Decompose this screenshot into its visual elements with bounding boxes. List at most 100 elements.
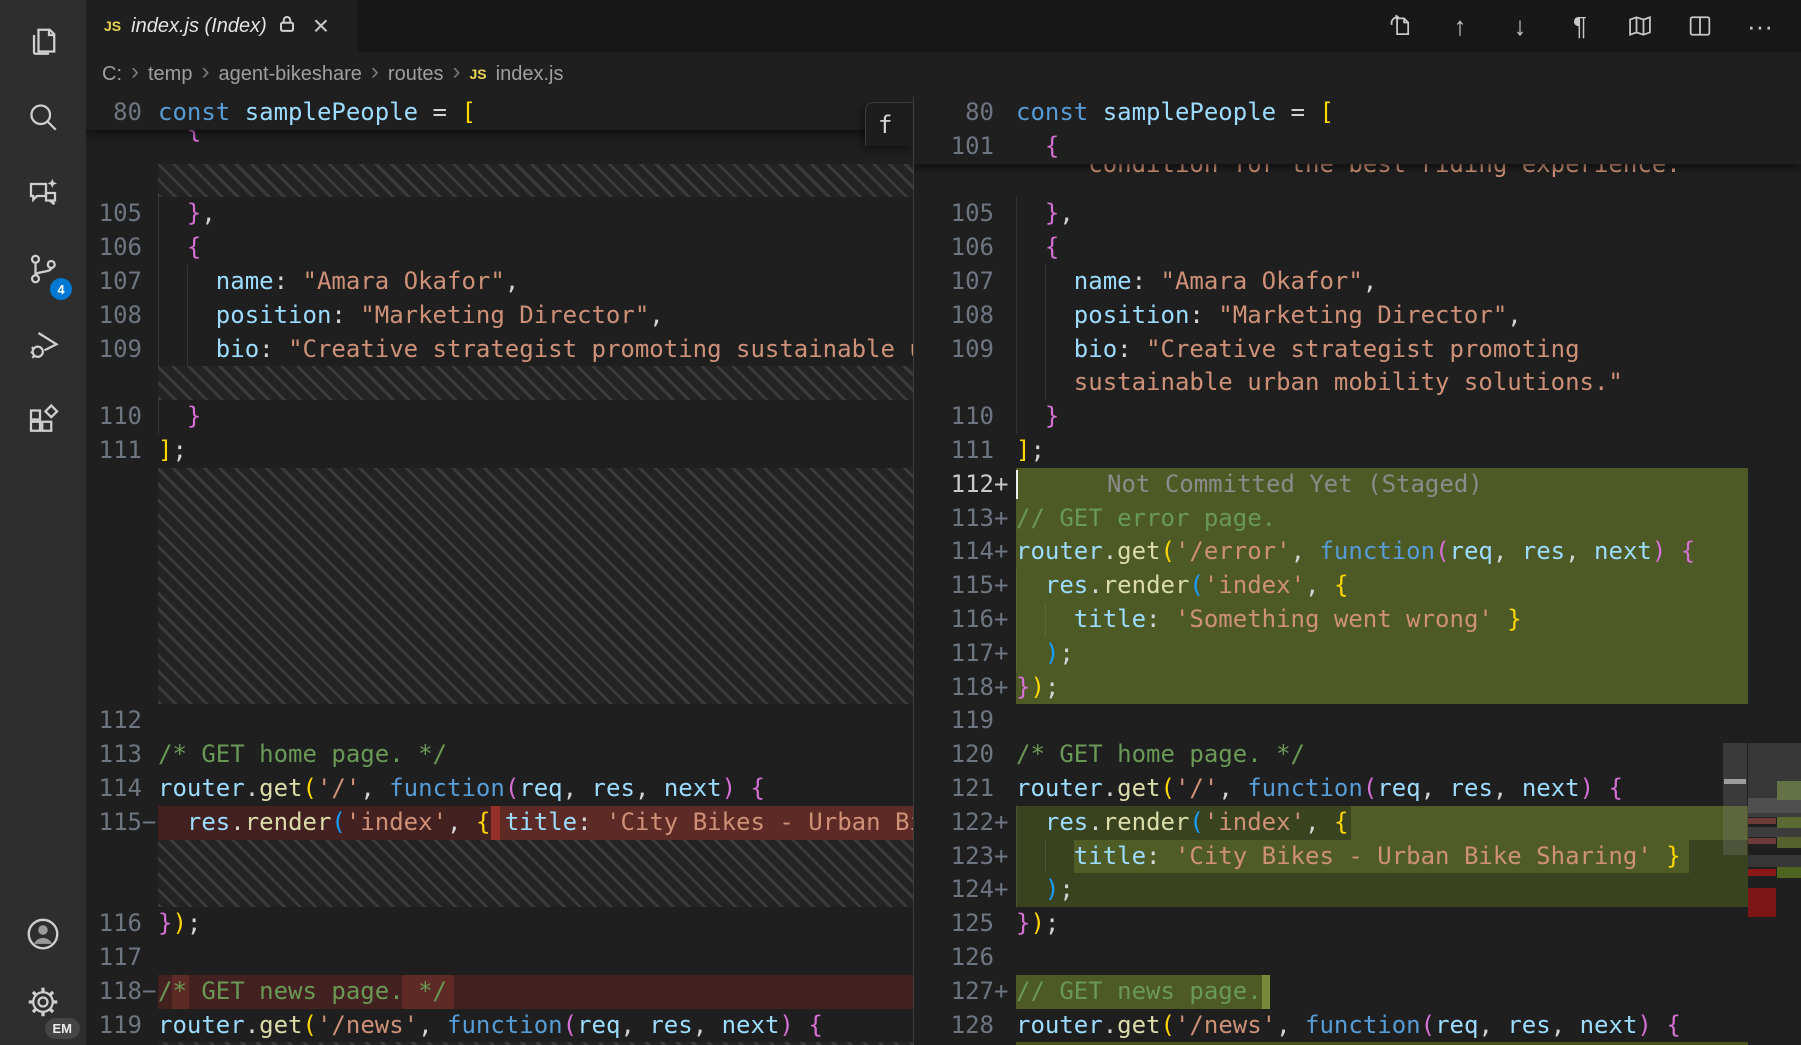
close-icon[interactable]: ×: [313, 16, 329, 36]
minimap[interactable]: [1723, 96, 1801, 1045]
gutter: 108: [914, 299, 1016, 333]
line-number: 123: [951, 840, 994, 874]
gutter: 80: [86, 96, 158, 130]
diff-marker: +: [994, 873, 1016, 907]
sidebar-item-explorer[interactable]: [16, 16, 70, 70]
minimap-row: [1748, 855, 1801, 867]
diff-marker: [142, 704, 158, 738]
code-line[interactable]: 80const samplePeople = [: [86, 96, 913, 130]
whitespace-icon[interactable]: ¶: [1565, 11, 1595, 41]
code-line[interactable]: 117: [86, 941, 913, 975]
settings-button[interactable]: EM: [16, 977, 70, 1031]
code-line[interactable]: 119: [914, 704, 1801, 738]
code-line[interactable]: 108 position: "Marketing Director",: [914, 299, 1801, 333]
breadcrumb-item[interactable]: agent-bikeshare: [218, 63, 361, 86]
code-line[interactable]: 107 name: "Amara Okafor",: [86, 265, 913, 299]
sticky-scroll[interactable]: 80const samplePeople = [101 {: [914, 96, 1801, 164]
code-line[interactable]: 117+ );: [914, 637, 1801, 671]
code-line[interactable]: 112+Not Committed Yet (Staged): [914, 468, 1801, 502]
line-number: 80: [965, 96, 994, 130]
code-line[interactable]: 106 {: [914, 231, 1801, 265]
diff-marker: +: [994, 603, 1016, 637]
code-line[interactable]: 118+});: [914, 671, 1801, 705]
gutter: 108: [86, 299, 158, 333]
prev-change-icon[interactable]: ↑: [1445, 11, 1475, 41]
code-line[interactable]: 127+// GET news page.: [914, 975, 1801, 1009]
code-line[interactable]: 119router.get('/news', function(req, res…: [86, 1009, 913, 1043]
code-line[interactable]: 124+ );: [914, 873, 1801, 907]
code-line[interactable]: 101 {: [914, 130, 1801, 164]
diff-marker: [994, 400, 1016, 434]
code-line[interactable]: 116+ title: 'Something went wrong' }: [914, 603, 1801, 637]
code-line[interactable]: 109 bio: "Creative strategist promoting …: [86, 333, 913, 367]
split-editor-icon[interactable]: [1685, 11, 1715, 41]
code-line[interactable]: 110 }: [86, 400, 913, 434]
code-line[interactable]: 121router.get('/', function(req, res, ne…: [914, 772, 1801, 806]
breadcrumb-item[interactable]: routes: [388, 63, 444, 86]
minimap-added: [1777, 817, 1801, 828]
code-line[interactable]: 112: [86, 704, 913, 738]
code-line[interactable]: 110 }: [914, 400, 1801, 434]
code-line[interactable]: 118−/* GET news page. */: [86, 975, 913, 1009]
code-line[interactable]: 114+router.get('/error', function(req, r…: [914, 535, 1801, 569]
diff-marker: +: [994, 502, 1016, 536]
code-line[interactable]: 126: [914, 941, 1801, 975]
code-line[interactable]: 80const samplePeople = [: [914, 96, 1801, 130]
diff-marker: +: [994, 535, 1016, 569]
code-line[interactable]: sustainable urban mobility solutions.": [914, 366, 1801, 400]
code-line[interactable]: 115+ res.render('index', {: [914, 569, 1801, 603]
breadcrumb-item[interactable]: temp: [148, 63, 192, 86]
more-actions-icon[interactable]: ···: [1745, 11, 1775, 41]
code-line[interactable]: 108 position: "Marketing Director",: [86, 299, 913, 333]
line-number: 127: [951, 975, 994, 1009]
line-number: 113: [99, 738, 142, 772]
code-line[interactable]: {: [86, 130, 913, 164]
code-line[interactable]: 113+// GET error page.: [914, 502, 1801, 536]
chevron-right-icon: ›: [453, 60, 461, 84]
gutter: 109: [86, 333, 158, 367]
tab-indexjs[interactable]: JS index.js (Index) ×: [86, 0, 357, 52]
code-line[interactable]: 111];: [86, 434, 913, 468]
code-line[interactable]: 125});: [914, 907, 1801, 941]
account-button[interactable]: [16, 909, 70, 963]
diff-marker: [142, 400, 158, 434]
diff-marker: [994, 738, 1016, 772]
sidebar-item-search[interactable]: [16, 92, 70, 146]
code-line[interactable]: 123+ title: 'City Bikes - Urban Bike Sha…: [914, 840, 1801, 874]
sidebar-item-extensions[interactable]: [16, 396, 70, 450]
map-icon[interactable]: [1625, 11, 1655, 41]
swap-changes-icon[interactable]: [1385, 11, 1415, 41]
code-line[interactable]: 120/* GET home page. */: [914, 738, 1801, 772]
minimap-added: [1777, 837, 1801, 848]
code-line[interactable]: 122+ res.render('index', {: [914, 806, 1801, 840]
gutter: [86, 130, 158, 164]
diff-marker: [142, 164, 158, 198]
diff-marker: +: [994, 840, 1016, 874]
code-line[interactable]: 105 },: [914, 197, 1801, 231]
sidebar-item-chat[interactable]: [16, 168, 70, 222]
code-line[interactable]: 116});: [86, 907, 913, 941]
sidebar-item-run-debug[interactable]: [16, 320, 70, 374]
code-line[interactable]: 114router.get('/', function(req, res, ne…: [86, 772, 913, 806]
sticky-scroll[interactable]: 80const samplePeople = [: [86, 96, 913, 130]
diff-marker: [142, 840, 158, 908]
diff-marker: [994, 366, 1016, 400]
line-number: 119: [99, 1009, 142, 1043]
minimap-removed: [1748, 838, 1776, 844]
code-line[interactable]: 109 bio: "Creative strategist promoting: [914, 333, 1801, 367]
settings-profile-badge: EM: [45, 1018, 81, 1039]
code-line[interactable]: 111];: [914, 434, 1801, 468]
breadcrumb-file[interactable]: index.js: [496, 63, 564, 86]
next-change-icon[interactable]: ↓: [1505, 11, 1535, 41]
code-line[interactable]: 113/* GET home page. */: [86, 738, 913, 772]
code-line[interactable]: 107 name: "Amara Okafor",: [914, 265, 1801, 299]
code-line[interactable]: 106 {: [86, 231, 913, 265]
code-line[interactable]: 128router.get('/news', function(req, res…: [914, 1009, 1801, 1043]
sidebar-item-source-control[interactable]: 4: [16, 244, 70, 298]
diff-marker: +: [994, 806, 1016, 840]
code-line[interactable]: 105 },: [86, 197, 913, 231]
line-number: 111: [99, 434, 142, 468]
code-line[interactable]: condition for the best riding experience…: [914, 164, 1801, 198]
breadcrumb-item[interactable]: C:: [102, 63, 122, 86]
code-line[interactable]: 115− res.render('index', { title: 'City …: [86, 806, 913, 840]
